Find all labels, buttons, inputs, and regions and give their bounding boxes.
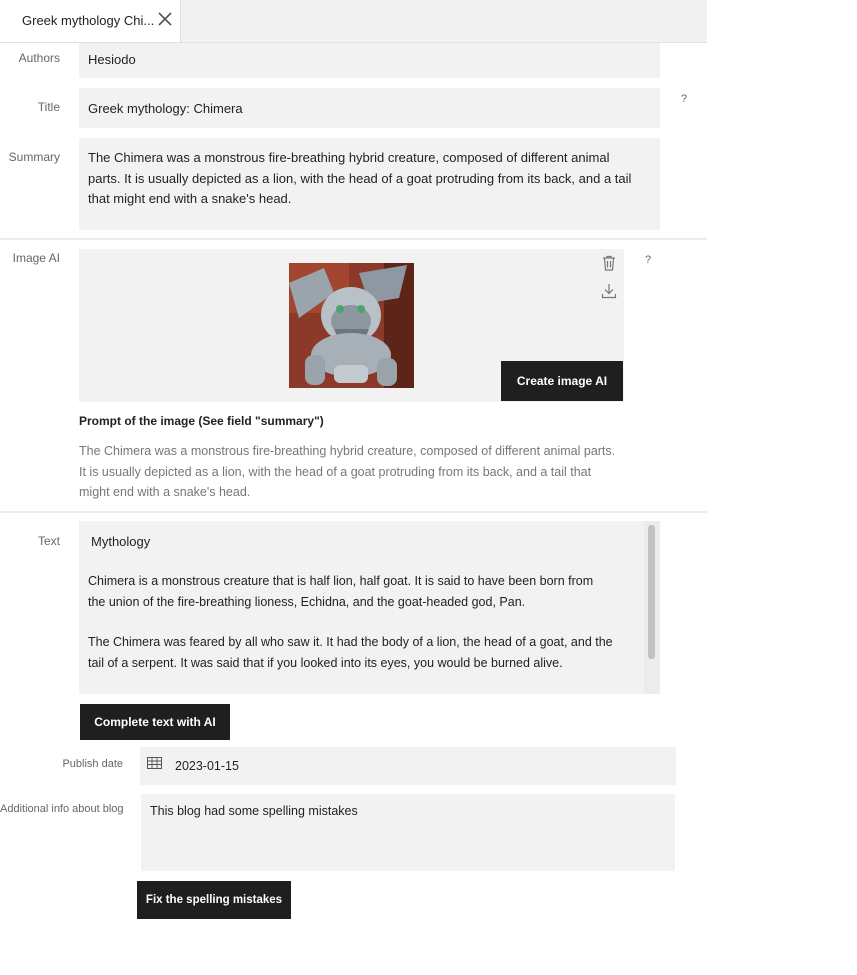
generated-image <box>289 263 414 388</box>
text-label: Text <box>37 534 60 548</box>
gargoyle-image <box>289 263 414 388</box>
text-line: The Chimera was feared by all who saw it… <box>88 635 613 649</box>
authors-label: Authors <box>18 51 60 65</box>
summary-line: that might end with a snake's head. <box>88 191 292 206</box>
summary-line: The Chimera was a monstrous fire-breathi… <box>88 150 610 165</box>
title-field[interactable]: Greek mythology: Chimera <box>79 88 660 128</box>
close-icon[interactable] <box>155 9 175 29</box>
text-scrollbar-track[interactable] <box>644 521 660 694</box>
additional-info-field[interactable]: This blog had some spelling mistakes <box>141 794 675 871</box>
summary-label: Summary <box>8 150 60 164</box>
prompt-text: The Chimera was a monstrous fire-breathi… <box>79 441 615 503</box>
prompt-line: might end with a snake's head. <box>79 485 251 499</box>
title-help-icon[interactable]: ? <box>681 93 687 105</box>
section-divider <box>0 238 707 240</box>
publish-date-field[interactable]: 2023-01-15 <box>140 747 676 785</box>
text-line: tail of a serpent. It was said that if y… <box>88 655 563 670</box>
title-label: Title <box>37 100 60 114</box>
calendar-icon[interactable] <box>147 757 162 770</box>
section-divider <box>0 511 707 513</box>
title-value: Greek mythology: Chimera <box>88 101 243 116</box>
additional-info-value: This blog had some spelling mistakes <box>150 804 358 818</box>
text-line: Chimera is a monstrous creature that is … <box>88 574 594 588</box>
complete-text-ai-button[interactable]: Complete text with AI <box>80 704 230 740</box>
prompt-title: Prompt of the image (See field "summary"… <box>79 414 324 428</box>
summary-field[interactable]: The Chimera was a monstrous fire-breathi… <box>79 138 660 230</box>
additional-info-label: Additional info about blog <box>0 803 124 815</box>
text-editor[interactable]: Mythology Chimera is a monstrous creatur… <box>79 521 660 694</box>
trash-icon[interactable] <box>600 254 618 272</box>
text-paragraph-1: Chimera is a monstrous creature that is … <box>88 571 593 612</box>
text-paragraph-2: The Chimera was feared by all who saw it… <box>88 632 613 673</box>
text-heading: Mythology <box>91 534 151 549</box>
tab-document[interactable]: Greek mythology Chi... <box>0 0 181 42</box>
text-line: the union of the fire-breathing lioness,… <box>88 594 526 609</box>
prompt-line: It is usually depicted as a lion, with t… <box>79 464 592 479</box>
fix-spelling-button[interactable]: Fix the spelling mistakes <box>137 881 291 919</box>
download-icon[interactable] <box>600 282 618 300</box>
publish-date-label: Publish date <box>62 758 123 770</box>
authors-field[interactable]: Hesiodo <box>79 43 660 78</box>
authors-value: Hesiodo <box>88 52 136 67</box>
image-ai-help-icon[interactable]: ? <box>645 254 651 266</box>
tab-title[interactable]: Greek mythology Chi... <box>22 13 154 28</box>
prompt-line: The Chimera was a monstrous fire-breathi… <box>79 444 616 458</box>
text-scrollbar-thumb[interactable] <box>648 525 655 659</box>
image-ai-label: Image AI <box>12 251 60 265</box>
create-image-ai-button[interactable]: Create image AI <box>501 361 623 401</box>
publish-date-value: 2023-01-15 <box>175 759 239 773</box>
summary-line: parts. It is usually depicted as a lion,… <box>88 170 632 186</box>
